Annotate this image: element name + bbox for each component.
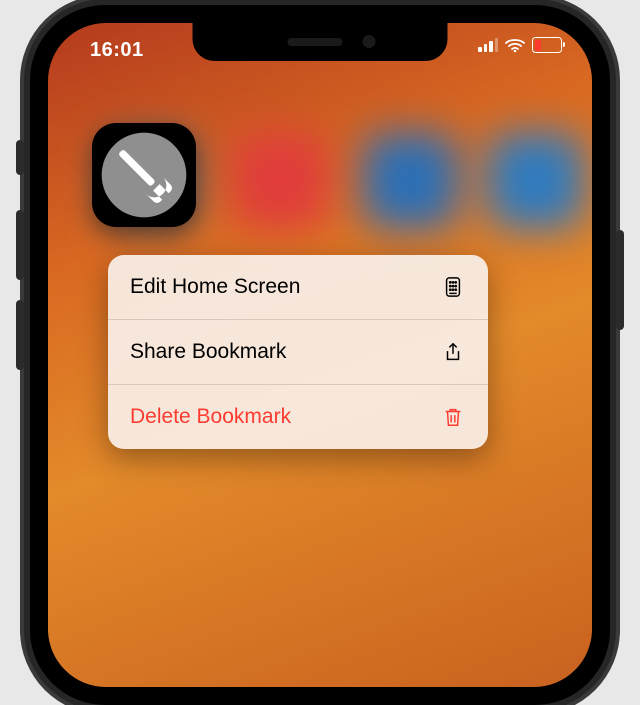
screen: 16:01: [48, 23, 592, 687]
phone-frame: 16:01: [30, 5, 610, 705]
trash-icon: [440, 404, 466, 430]
wifi-icon: [505, 38, 525, 53]
menu-item-delete-bookmark[interactable]: Delete Bookmark: [108, 385, 488, 449]
wrench-icon: [98, 129, 190, 221]
side-button: [16, 300, 24, 370]
side-button: [16, 210, 24, 280]
side-button: [616, 230, 624, 330]
menu-item-edit-home-screen[interactable]: Edit Home Screen: [108, 255, 488, 320]
cellular-icon: [478, 38, 498, 52]
battery-icon: [532, 37, 562, 53]
side-button: [16, 140, 24, 175]
menu-item-label: Edit Home Screen: [130, 275, 300, 299]
status-time: 16:01: [90, 39, 144, 62]
share-icon: [440, 339, 466, 365]
menu-item-label: Share Bookmark: [130, 340, 286, 364]
home-grid-icon: [440, 274, 466, 300]
status-bar: 16:01: [48, 33, 592, 65]
focused-app-icon[interactable]: [92, 123, 196, 227]
menu-item-label: Delete Bookmark: [130, 405, 291, 429]
context-menu: Edit Home Screen Share Bookmark: [108, 255, 488, 449]
menu-item-share-bookmark[interactable]: Share Bookmark: [108, 320, 488, 385]
